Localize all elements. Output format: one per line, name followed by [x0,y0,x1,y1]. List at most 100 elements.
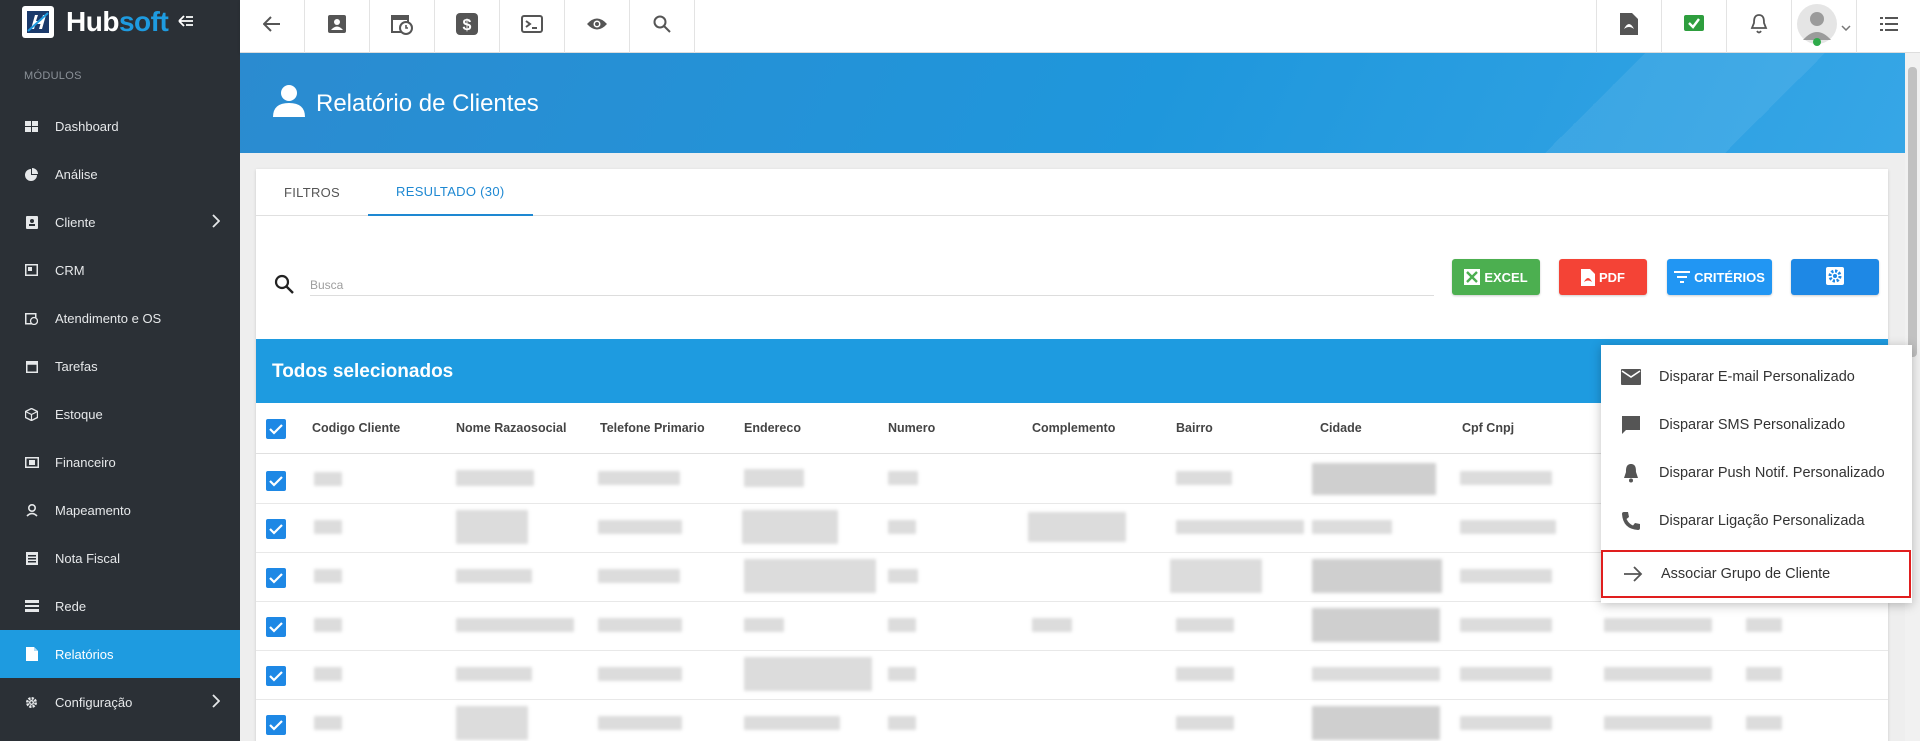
row-checkbox[interactable] [266,715,286,735]
chevron-down-icon [1841,18,1851,36]
map-pin-icon [24,503,39,518]
pdf-button-label: PDF [1599,269,1625,285]
menu-item-push[interactable]: Disparar Push Notif. Personalizado [1601,449,1912,497]
column-header[interactable]: Telefone Primario [600,421,705,435]
clientes-shortcut-button[interactable] [305,0,370,53]
excel-button[interactable]: EXCEL [1452,259,1540,295]
search-icon [653,15,671,38]
row-checkbox[interactable] [266,519,286,539]
settings-action-button[interactable] [1791,259,1879,295]
notifications-button[interactable] [1726,0,1791,53]
terminal-shortcut-button[interactable] [500,0,565,53]
table-row[interactable] [256,602,1888,651]
sidebar-item-dashboard[interactable]: Dashboard [0,102,240,150]
menu-item-associar-grupo[interactable]: Associar Grupo de Cliente [1601,550,1911,598]
back-arrow-icon [262,16,281,37]
chevron-right-icon [212,214,221,228]
column-header[interactable]: Codigo Cliente [312,421,400,435]
column-header[interactable]: Numero [888,421,935,435]
contact-card-icon [24,215,39,230]
list-menu-icon [1880,17,1898,36]
report-icon [24,647,39,662]
menu-item-ligacao[interactable]: Disparar Ligação Personalizada [1601,497,1912,545]
sidebar-item-label: Cliente [55,214,96,230]
page-header: Relatório de Clientes [240,53,1905,153]
arrow-right-icon [1621,562,1645,586]
user-menu-button[interactable] [1791,0,1856,53]
column-header[interactable]: Complemento [1032,421,1115,435]
tasks-button[interactable] [1661,0,1726,53]
search-input[interactable] [310,274,1434,296]
row-checkbox[interactable] [266,568,286,588]
sidebar-item-cliente[interactable]: Cliente [0,198,240,246]
tab-filtros[interactable]: FILTROS [256,169,368,216]
hubsoft-logo-icon [22,6,54,38]
sidebar-item-configuracao[interactable]: Configuração [0,678,240,726]
sidebar-item-analise[interactable]: Análise [0,150,240,198]
person-icon [272,83,306,124]
bulk-actions-menu: Disparar E-mail Personalizado Disparar S… [1601,345,1912,603]
brand[interactable]: Hubsoft [0,0,240,44]
results-toolbar: EXCEL PDF CRITÉRIOS [256,216,1888,317]
select-all-checkbox[interactable] [266,419,286,439]
chevron-right-icon [212,694,221,708]
brand-name: Hubsoft [66,6,169,37]
apps-menu-button[interactable] [1856,0,1920,53]
bell-icon [1750,14,1768,39]
view-shortcut-button[interactable] [565,0,630,53]
calendar-clock-icon [24,311,39,326]
menu-item-label: Associar Grupo de Cliente [1661,566,1831,582]
sidebar-section-label-ajuda: AJUDA [0,726,240,741]
excel-button-label: EXCEL [1484,269,1528,285]
sidebar-item-rede[interactable]: Rede [0,582,240,630]
sidebar-item-label: Relatórios [55,646,114,662]
email-icon [1619,365,1643,389]
scrollbar-thumb[interactable] [1908,67,1917,357]
page-title-text: Relatório de Clientes [316,89,539,117]
sidebar-item-financeiro[interactable]: Financeiro [0,438,240,486]
sidebar-item-label: Análise [55,166,98,182]
sidebar-item-relatorios[interactable]: Relatórios [0,630,240,678]
gear-icon [1825,266,1845,289]
back-button[interactable] [240,0,305,53]
sidebar-item-crm[interactable]: CRM [0,246,240,294]
menu-item-email[interactable]: Disparar E-mail Personalizado [1601,353,1912,401]
search-shortcut-button[interactable] [630,0,695,53]
sidebar-item-tarefas[interactable]: Tarefas [0,342,240,390]
contact-card-icon [327,14,347,39]
criterios-button[interactable]: CRITÉRIOS [1667,259,1772,295]
sidebar-item-atendimento[interactable]: Atendimento e OS [0,294,240,342]
row-checkbox[interactable] [266,666,286,686]
column-header[interactable]: Bairro [1176,421,1213,435]
collapse-sidebar-icon[interactable] [178,11,194,34]
dashboard-icon [24,119,39,134]
menu-item-label: Disparar E-mail Personalizado [1659,369,1855,385]
row-checkbox[interactable] [266,617,286,637]
selection-bar-title: Todos selecionados [272,361,454,382]
sidebar-item-estoque[interactable]: Estoque [0,390,240,438]
column-header[interactable]: Nome Razaosocial [456,421,566,435]
table-row[interactable] [256,651,1888,700]
check-badge-icon [1683,14,1705,39]
tab-resultado[interactable]: RESULTADO (30) [368,169,533,216]
menu-item-sms[interactable]: Disparar SMS Personalizado [1601,401,1912,449]
filter-list-icon [1674,271,1691,283]
table-row[interactable] [256,700,1888,741]
atendimento-shortcut-button[interactable] [370,0,435,53]
sidebar-item-nota-fiscal[interactable]: Nota Fiscal [0,534,240,582]
column-header[interactable]: Cpf Cnpj [1462,421,1514,435]
page-title: Relatório de Clientes [272,83,539,124]
pdf-export-button[interactable] [1596,0,1661,53]
row-checkbox[interactable] [266,471,286,491]
search-icon [274,274,294,299]
column-header[interactable]: Endereco [744,421,801,435]
column-header[interactable]: Cidade [1320,421,1362,435]
tab-bar: FILTROS RESULTADO (30) [256,169,1888,216]
sidebar-item-mapeamento[interactable]: Mapeamento [0,486,240,534]
svg-text:$: $ [463,17,472,34]
financeiro-shortcut-button[interactable]: $ [435,0,500,53]
eye-icon [586,17,608,36]
pdf-button[interactable]: PDF [1559,259,1647,295]
sidebar-item-label: Nota Fiscal [55,550,121,566]
sidebar: Hubsoft MÓDULOS Dashboard Análise Client… [0,0,240,741]
